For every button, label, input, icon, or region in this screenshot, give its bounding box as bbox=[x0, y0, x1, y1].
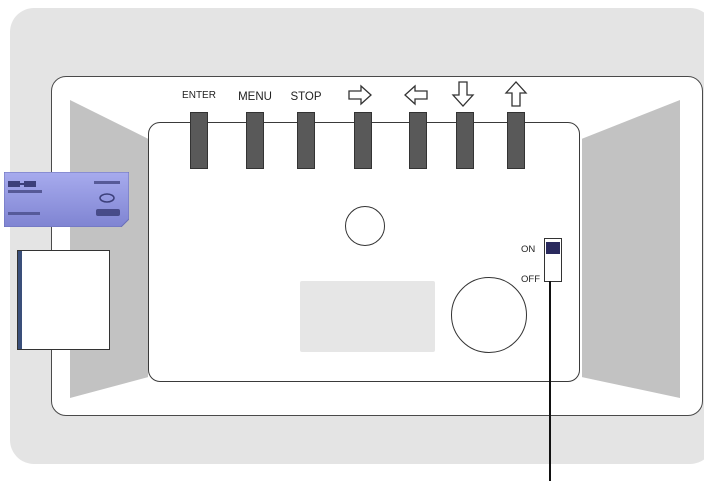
sd-card bbox=[17, 250, 110, 350]
up-key[interactable] bbox=[507, 112, 525, 169]
arrow-right-icon bbox=[348, 84, 372, 106]
leader-line bbox=[549, 281, 551, 481]
arrow-left-icon bbox=[404, 84, 428, 106]
right-key[interactable] bbox=[354, 112, 372, 169]
menu-label: MENU bbox=[238, 91, 272, 103]
down-key[interactable] bbox=[456, 112, 474, 169]
power-switch[interactable] bbox=[544, 238, 562, 282]
switch-knob bbox=[546, 242, 560, 254]
device-diagram: ENTER MENU STOP ON OFF bbox=[0, 0, 704, 481]
arrow-up-icon bbox=[504, 81, 528, 107]
enter-key[interactable] bbox=[190, 112, 208, 169]
arrow-down-icon bbox=[451, 81, 475, 107]
switch-on-label: ON bbox=[521, 244, 536, 255]
sd-card-edge bbox=[18, 251, 22, 349]
left-key[interactable] bbox=[409, 112, 427, 169]
stop-label: STOP bbox=[290, 91, 322, 103]
right-side-panel bbox=[582, 100, 680, 398]
speaker-circle bbox=[451, 277, 527, 353]
switch-off-label: OFF bbox=[521, 274, 540, 285]
indicator-circle bbox=[345, 206, 385, 246]
memory-stick-card bbox=[4, 172, 129, 227]
display-panel bbox=[300, 281, 435, 352]
menu-key[interactable] bbox=[246, 112, 264, 169]
enter-label: ENTER bbox=[182, 90, 216, 101]
stop-key[interactable] bbox=[297, 112, 315, 169]
left-side-panel bbox=[70, 100, 148, 398]
